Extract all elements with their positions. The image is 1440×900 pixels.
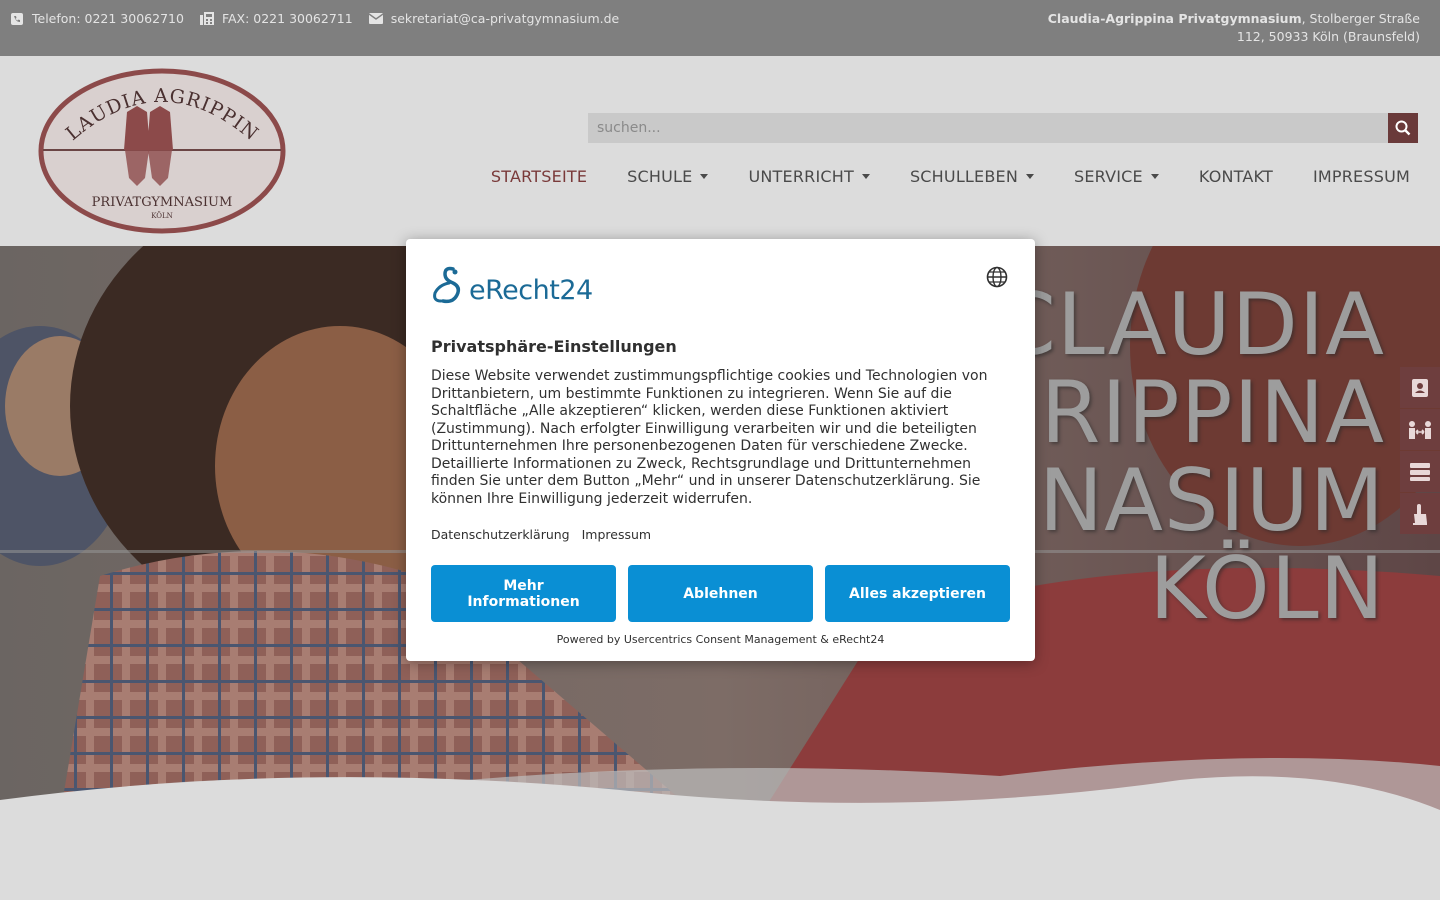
phone-text: Telefon: 0221 30062710	[32, 11, 184, 26]
hero-line-1: CLAUDIA	[995, 275, 1385, 375]
caret-down-icon	[1150, 173, 1159, 179]
nav-label: KONTAKT	[1198, 166, 1273, 186]
nav-service[interactable]: SERVICE	[1054, 164, 1179, 188]
fax-contact[interactable]: FAX: 0221 30062711	[199, 11, 353, 26]
nav-label: SCHULE	[627, 166, 693, 186]
privacy-consent-dialog: eRecht24 Privatsphäre-Einstellungen Dies…	[406, 239, 1035, 661]
contact-card-button[interactable]	[1400, 367, 1440, 408]
server-icon	[1410, 462, 1430, 481]
privacy-policy-link[interactable]: Datenschutzerklärung	[431, 527, 570, 542]
school-logo[interactable]: CLAUDIA AGRIPPINA PRIVATGYMNASIUM KÖLN	[29, 51, 287, 234]
hero-title: CLAUDIA RIPPINA NASIUM KÖLN	[996, 281, 1385, 633]
nav-label: STARTSEITE	[490, 166, 588, 186]
search-input[interactable]	[588, 113, 1388, 143]
nav-label: UNTERRICHT	[748, 166, 854, 186]
consent-actions: Mehr Informationen Ablehnen Alles akzept…	[431, 565, 1010, 622]
nav-schulleben[interactable]: SCHULLEBEN	[890, 164, 1054, 188]
consent-description: Diese Website verwendet zustimmungspflic…	[431, 368, 988, 507]
powered-by-text: Powered by Usercentrics Consent Manageme…	[556, 633, 885, 646]
more-information-button[interactable]: Mehr Informationen	[431, 565, 616, 622]
email-text: sekretariat@ca-privatgymnasium.de	[390, 11, 620, 26]
address-name: Claudia-Agrippina Privatgymnasium	[1047, 11, 1302, 26]
search-bar	[588, 113, 1418, 143]
hand-pointer-button[interactable]	[1400, 493, 1440, 534]
consent-links: Datenschutzerklärung Impressum	[431, 527, 651, 542]
main-navigation: STARTSEITE SCHULE UNTERRICHT SCHULLEBEN …	[471, 164, 1410, 188]
people-button[interactable]	[1400, 409, 1440, 450]
nav-startseite[interactable]: STARTSEITE	[471, 164, 607, 188]
nav-kontakt[interactable]: KONTAKT	[1179, 164, 1293, 188]
search-icon	[1395, 120, 1411, 136]
erecht24-wordmark: eRecht24	[469, 275, 593, 306]
top-contact-bar: Telefon: 0221 30062710 FAX: 0221 3006271…	[0, 0, 1440, 56]
language-button[interactable]	[986, 266, 1008, 288]
nav-label: SERVICE	[1074, 166, 1143, 186]
imprint-link[interactable]: Impressum	[582, 527, 651, 542]
email-contact[interactable]: sekretariat@ca-privatgymnasium.de	[368, 11, 620, 26]
contact-card-icon	[1412, 378, 1428, 397]
people-arrows-icon	[1409, 420, 1431, 439]
school-address: Claudia-Agrippina Privatgymnasium, Stolb…	[1020, 10, 1420, 46]
hero-line-4: KÖLN	[1149, 539, 1385, 639]
svg-text:KÖLN: KÖLN	[151, 211, 173, 220]
contact-list: Telefon: 0221 30062710 FAX: 0221 3006271…	[10, 11, 619, 26]
globe-icon	[986, 266, 1008, 288]
search-button[interactable]	[1388, 113, 1418, 143]
phone-icon	[10, 12, 24, 26]
side-quick-links	[1400, 367, 1440, 534]
nav-unterricht[interactable]: UNTERRICHT	[728, 164, 890, 188]
server-button[interactable]	[1400, 451, 1440, 492]
erecht24-emblem-icon	[433, 266, 461, 304]
nav-label: IMPRESSUM	[1312, 166, 1410, 186]
caret-down-icon	[861, 173, 870, 179]
fax-text: FAX: 0221 30062711	[221, 11, 353, 26]
caret-down-icon	[1026, 173, 1035, 179]
site-header: CLAUDIA AGRIPPINA PRIVATGYMNASIUM KÖLN S…	[0, 51, 1440, 246]
nav-schule[interactable]: SCHULE	[607, 164, 728, 188]
hero-line-2: RIPPINA	[1040, 363, 1385, 463]
nav-impressum[interactable]: IMPRESSUM	[1293, 164, 1410, 188]
envelope-icon	[368, 12, 383, 26]
decline-button[interactable]: Ablehnen	[628, 565, 813, 622]
erecht24-logo: eRecht24	[431, 265, 593, 305]
accept-all-button[interactable]: Alles akzeptieren	[825, 565, 1010, 622]
caret-down-icon	[700, 173, 709, 179]
phone-contact[interactable]: Telefon: 0221 30062710	[10, 11, 184, 26]
hero-line-3: NASIUM	[1038, 451, 1385, 551]
svg-text:PRIVATGYMNASIUM: PRIVATGYMNASIUM	[92, 195, 233, 210]
nav-label: SCHULLEBEN	[909, 166, 1019, 186]
consent-title: Privatsphäre-Einstellungen	[431, 337, 677, 356]
content-area	[0, 816, 1440, 900]
fax-icon	[199, 12, 214, 26]
hand-pointer-icon	[1413, 503, 1427, 525]
